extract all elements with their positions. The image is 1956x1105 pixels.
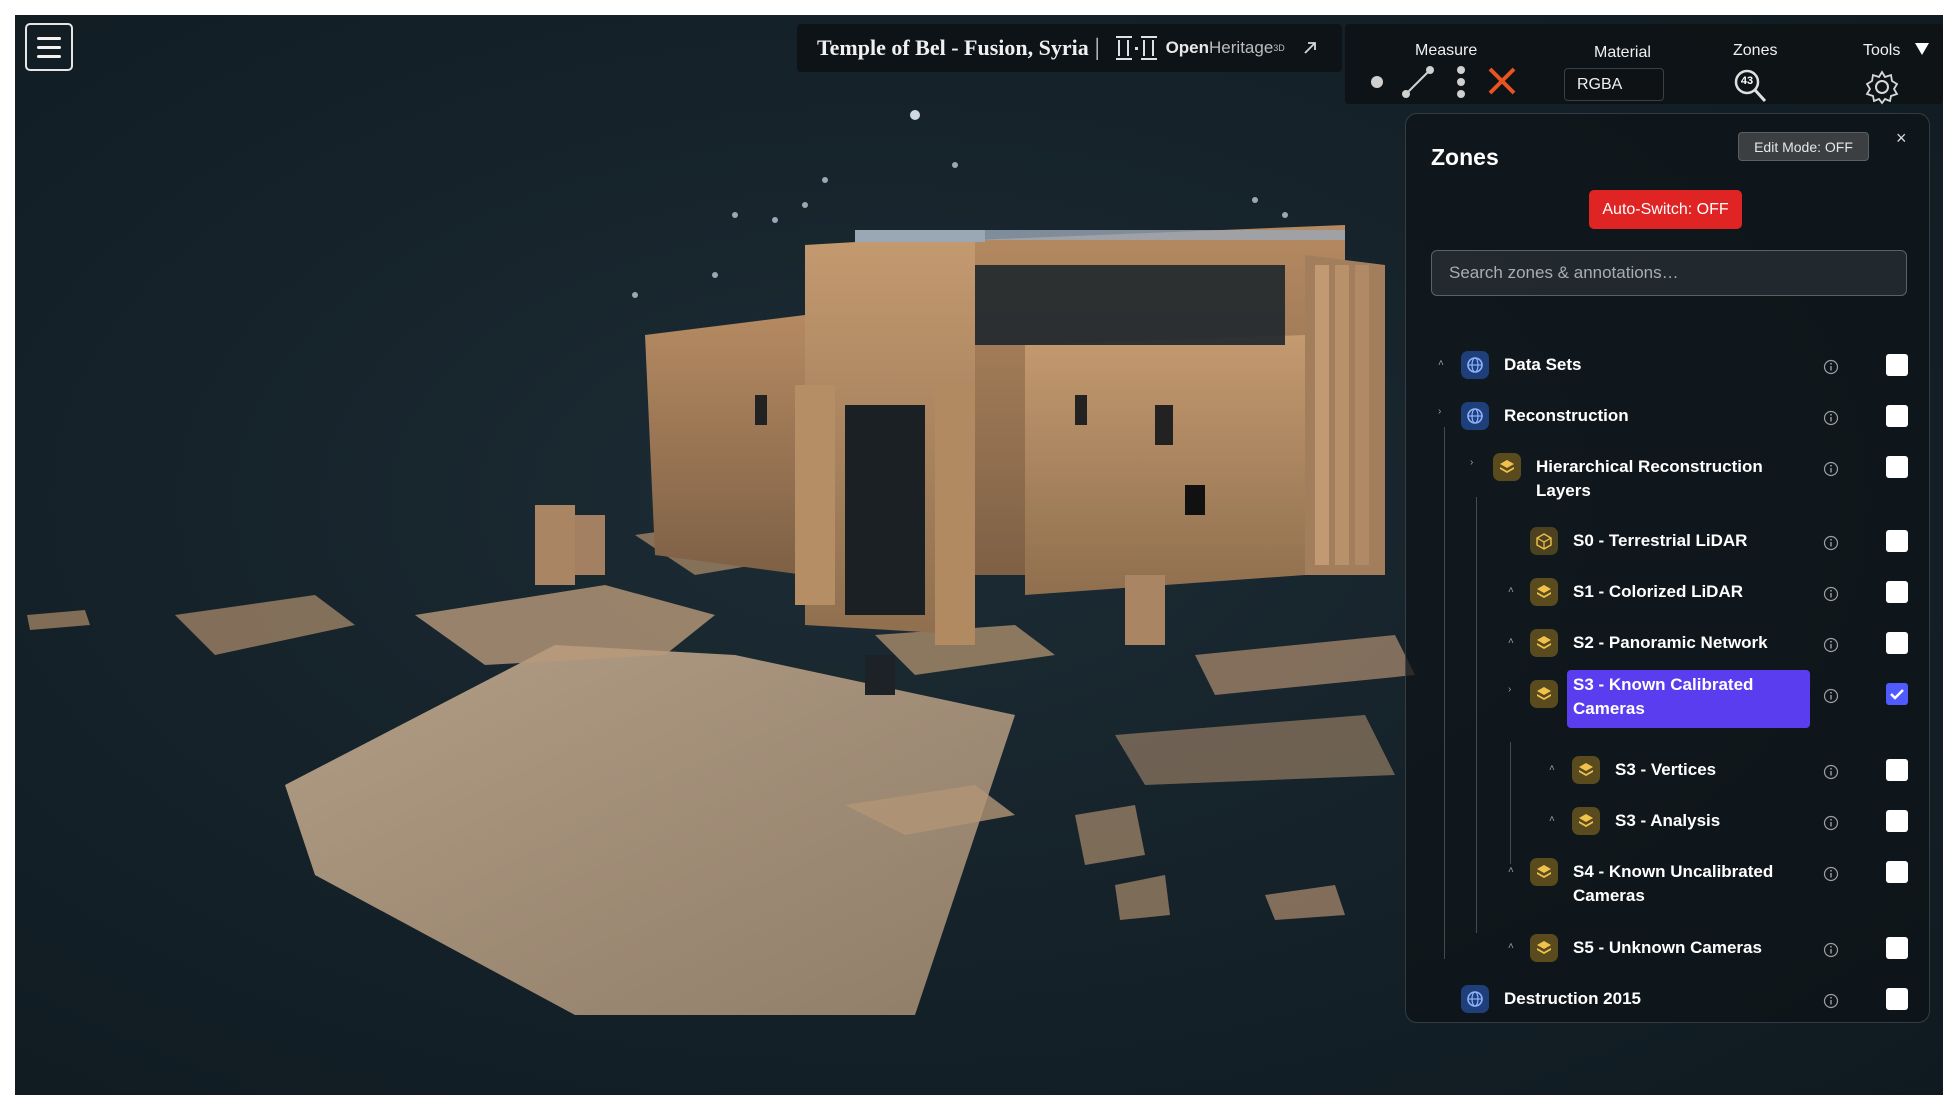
- visibility-checkbox-checked[interactable]: [1886, 683, 1908, 705]
- measure-label: Measure: [1415, 42, 1478, 59]
- visibility-checkbox[interactable]: [1886, 759, 1908, 781]
- visibility-checkbox[interactable]: [1886, 937, 1908, 959]
- layers-icon: [1530, 629, 1558, 657]
- visibility-checkbox[interactable]: [1886, 530, 1908, 552]
- chevron-icon[interactable]: ˄: [1438, 358, 1444, 369]
- visibility-checkbox[interactable]: [1886, 632, 1908, 654]
- menu-button[interactable]: [25, 23, 73, 71]
- globe-icon: [1461, 985, 1489, 1013]
- layers-icon: [1572, 807, 1600, 835]
- title-separator: |: [1094, 34, 1100, 61]
- info-icon[interactable]: [1823, 359, 1839, 375]
- tools-label: Tools: [1863, 42, 1901, 59]
- tree-item-label: S3 - Vertices: [1615, 760, 1717, 779]
- openheritage-logo[interactable]: Open Heritage 3D: [1114, 34, 1285, 62]
- chevron-icon[interactable]: ˄: [1508, 865, 1514, 876]
- chevron-icon[interactable]: ›: [1508, 684, 1511, 695]
- checkmark-icon: [1890, 689, 1904, 700]
- visibility-checkbox[interactable]: [1886, 581, 1908, 603]
- info-icon[interactable]: [1823, 410, 1839, 426]
- close-icon[interactable]: ×: [1896, 128, 1907, 149]
- tree-item-label: S3 - Analysis: [1615, 811, 1721, 830]
- tree-item-label: S1 - Colorized LiDAR: [1573, 582, 1744, 601]
- material-select[interactable]: RGBA: [1564, 68, 1664, 101]
- floor-ruins: [27, 515, 1415, 1015]
- info-icon[interactable]: [1823, 461, 1839, 477]
- visibility-checkbox[interactable]: [1886, 405, 1908, 427]
- logo-text-heritage: Heritage: [1209, 38, 1274, 57]
- title-bar: Temple of Bel - Fusion, Syria | Open Heri…: [797, 24, 1342, 72]
- tree-item-label: S0 - Terrestrial LiDAR: [1573, 531, 1748, 550]
- zones-panel: Zones Edit Mode: OFF × Auto-Switch: OFF …: [1405, 113, 1930, 1023]
- tree-item-label: Data Sets: [1504, 355, 1582, 374]
- visibility-checkbox[interactable]: [1886, 354, 1908, 376]
- visibility-checkbox[interactable]: [1886, 861, 1908, 883]
- toolbar: Measure Material RGBA Zones 43 Tools: [1345, 24, 1943, 106]
- zones-panel-title: Zones: [1431, 144, 1499, 170]
- layers-icon: [1530, 858, 1558, 886]
- chevron-icon[interactable]: ›: [1438, 406, 1441, 417]
- external-link-icon[interactable]: [1301, 39, 1319, 57]
- measure-distance-icon[interactable]: [1400, 64, 1436, 100]
- tree-item-label-selected: S3 - Known Calibrated Cameras: [1567, 670, 1810, 728]
- layers-icon: [1493, 453, 1521, 481]
- tree-item-label: Destruction 2015: [1504, 989, 1641, 1008]
- tree-item-label: Reconstruction: [1504, 406, 1629, 425]
- info-icon[interactable]: [1823, 688, 1839, 704]
- zones-count-badge: 43: [1740, 75, 1754, 87]
- layers-icon: [1572, 756, 1600, 784]
- material-label: Material: [1594, 44, 1651, 61]
- logo-text-3d: 3D: [1273, 43, 1285, 53]
- chevron-icon[interactable]: ˄: [1549, 763, 1555, 774]
- chevron-icon[interactable]: ˄: [1549, 814, 1555, 825]
- settings-gear-icon[interactable]: [1863, 68, 1901, 106]
- measure-height-icon[interactable]: [1451, 64, 1471, 100]
- tools-dropdown-arrow-icon[interactable]: [1915, 43, 1929, 55]
- tree-item-label: S2 - Panoramic Network: [1573, 633, 1768, 652]
- tree-guide: [1510, 742, 1511, 864]
- cube-icon: [1530, 527, 1558, 555]
- tree-item-label: Hierarchical Reconstruction Layers: [1536, 457, 1763, 500]
- menu-icon-bar-mid: [37, 46, 61, 49]
- 3d-viewport[interactable]: Temple of Bel - Fusion, Syria | Open Heri…: [15, 15, 1943, 1095]
- zones-button[interactable]: 43: [1733, 68, 1773, 104]
- openheritage-mark-icon: [1115, 36, 1157, 60]
- clear-measurements-icon[interactable]: [1485, 64, 1519, 98]
- visibility-checkbox[interactable]: [1886, 810, 1908, 832]
- visibility-checkbox[interactable]: [1886, 456, 1908, 478]
- info-icon[interactable]: [1823, 815, 1839, 831]
- tree-guide: [1444, 427, 1445, 959]
- menu-icon-bar-top: [37, 37, 61, 40]
- auto-switch-button[interactable]: Auto-Switch: OFF: [1589, 190, 1742, 229]
- layers-icon: [1530, 578, 1558, 606]
- tree-item-label: S5 - Unknown Cameras: [1573, 938, 1762, 957]
- tree-item-label: S4 - Known Uncalibrated Cameras: [1573, 862, 1774, 905]
- globe-icon: [1461, 402, 1489, 430]
- info-icon[interactable]: [1823, 586, 1839, 602]
- edit-mode-button[interactable]: Edit Mode: OFF: [1738, 132, 1869, 161]
- tree-guide: [1476, 497, 1477, 933]
- info-icon[interactable]: [1823, 637, 1839, 653]
- info-icon[interactable]: [1823, 764, 1839, 780]
- info-icon[interactable]: [1823, 535, 1839, 551]
- layers-icon: [1530, 680, 1558, 708]
- search-input[interactable]: [1431, 250, 1907, 296]
- measure-point-icon[interactable]: [1367, 72, 1387, 92]
- zones-label: Zones: [1733, 42, 1778, 59]
- logo-text-open: Open: [1165, 38, 1210, 57]
- info-icon[interactable]: [1823, 993, 1839, 1009]
- chevron-icon[interactable]: ˄: [1508, 636, 1514, 647]
- chevron-icon[interactable]: ›: [1470, 457, 1473, 468]
- chevron-icon[interactable]: ˄: [1508, 941, 1514, 952]
- layers-icon: [1530, 934, 1558, 962]
- temple-walls: [645, 225, 1385, 695]
- visibility-checkbox[interactable]: [1886, 988, 1908, 1010]
- info-icon[interactable]: [1823, 942, 1839, 958]
- page-title: Temple of Bel - Fusion, Syria: [817, 35, 1089, 60]
- info-icon[interactable]: [1823, 866, 1839, 882]
- chevron-icon[interactable]: ˄: [1508, 585, 1514, 596]
- menu-icon-bar-bottom: [37, 55, 61, 58]
- globe-icon: [1461, 351, 1489, 379]
